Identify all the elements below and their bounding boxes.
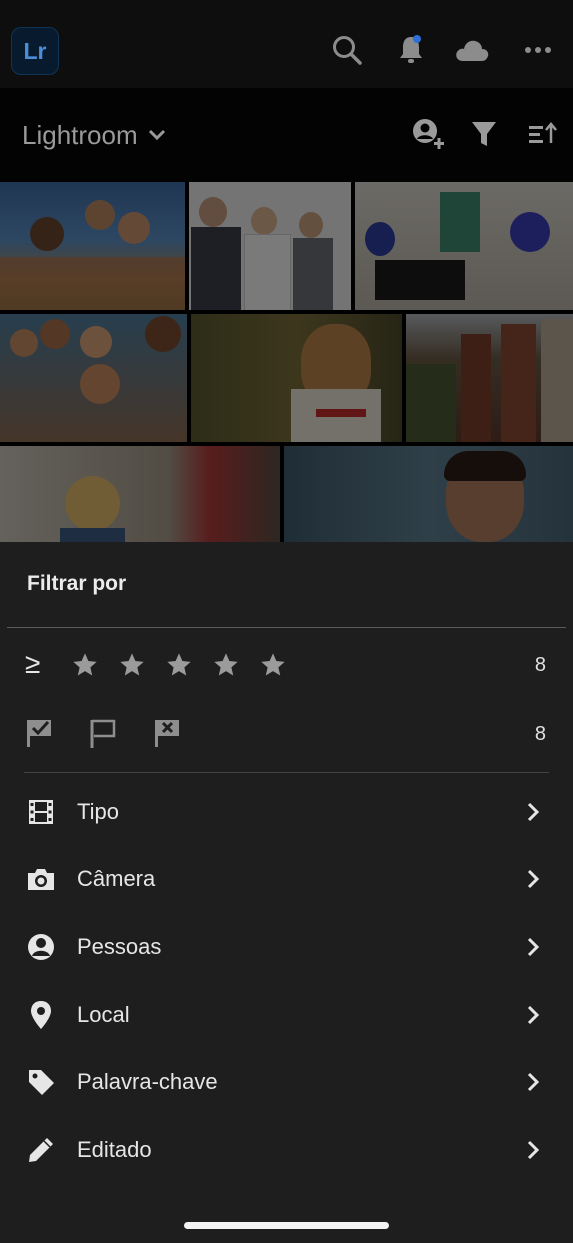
filter-item-location[interactable]: Local <box>0 988 573 1044</box>
unflagged-icon[interactable] <box>88 717 118 749</box>
section-divider <box>24 772 549 773</box>
bell-icon[interactable] <box>391 30 431 70</box>
chevron-right-icon <box>527 802 540 822</box>
rating-filter-row: ≥ 8 <box>0 645 573 689</box>
add-person-icon[interactable] <box>407 114 447 154</box>
pencil-icon <box>26 1135 56 1165</box>
sort-icon[interactable] <box>523 114 563 154</box>
top-app-bar: Lr <box>0 0 573 88</box>
filter-item-label: Local <box>77 1002 130 1027</box>
chevron-right-icon <box>527 1072 540 1092</box>
filter-item-label: Câmera <box>77 866 156 891</box>
chevron-right-icon <box>527 1005 540 1025</box>
home-indicator[interactable] <box>184 1222 389 1229</box>
filter-item-label: Palavra-chave <box>77 1069 218 1094</box>
rating-operator-toggle[interactable]: ≥ <box>25 648 40 680</box>
film-icon <box>26 797 56 827</box>
title-divider <box>7 627 566 628</box>
camera-icon <box>26 864 56 894</box>
rejected-flag-icon[interactable] <box>152 717 182 749</box>
star-2-icon[interactable] <box>118 651 146 679</box>
sheet-title: Filtrar por <box>27 572 127 595</box>
notification-dot <box>413 35 421 43</box>
star-4-icon[interactable] <box>212 651 240 679</box>
photo-grid <box>0 182 573 542</box>
child-kitchen-photo[interactable] <box>0 446 280 542</box>
chevron-right-icon <box>527 1140 540 1160</box>
album-selector[interactable]: Lightroom <box>22 117 166 153</box>
filter-item-camera[interactable]: Câmera <box>0 852 573 908</box>
filter-item-type[interactable]: Tipo <box>0 785 573 841</box>
star-5-icon[interactable] <box>259 651 287 679</box>
star-3-icon[interactable] <box>165 651 193 679</box>
business-team-photo[interactable] <box>189 182 351 310</box>
chevron-right-icon <box>527 869 540 889</box>
rating-count: 8 <box>534 654 546 676</box>
cloud-icon[interactable] <box>452 30 492 70</box>
chevron-down-icon <box>148 129 165 141</box>
lightroom-logo[interactable]: Lr <box>11 27 59 75</box>
houses-row-photo[interactable] <box>406 314 573 442</box>
tag-icon <box>26 1067 56 1097</box>
dog-photo[interactable] <box>191 314 402 442</box>
filter-item-label: Editado <box>77 1137 152 1162</box>
location-pin-icon <box>26 1000 56 1030</box>
filter-item-edited[interactable]: Editado <box>0 1123 573 1179</box>
person-icon <box>26 932 56 962</box>
chevron-right-icon <box>527 937 540 957</box>
filter-icon[interactable] <box>464 114 504 154</box>
picked-flag-icon[interactable] <box>24 717 54 749</box>
filter-item-label: Pessoas <box>77 934 162 959</box>
man-portrait-photo[interactable] <box>284 446 573 542</box>
filter-item-people[interactable]: Pessoas <box>0 920 573 976</box>
search-icon[interactable] <box>327 30 367 70</box>
filter-item-label: Tipo <box>77 799 119 824</box>
album-title: Lightroom <box>22 119 138 150</box>
group-selfie-photo[interactable] <box>0 314 187 442</box>
friends-at-beach-photo[interactable] <box>0 182 185 310</box>
filter-item-keyword[interactable]: Palavra-chave <box>0 1055 573 1111</box>
star-1-icon[interactable] <box>71 651 99 679</box>
more-icon[interactable] <box>518 30 558 70</box>
office-meeting-photo[interactable] <box>355 182 573 310</box>
flag-count: 8 <box>534 723 546 745</box>
